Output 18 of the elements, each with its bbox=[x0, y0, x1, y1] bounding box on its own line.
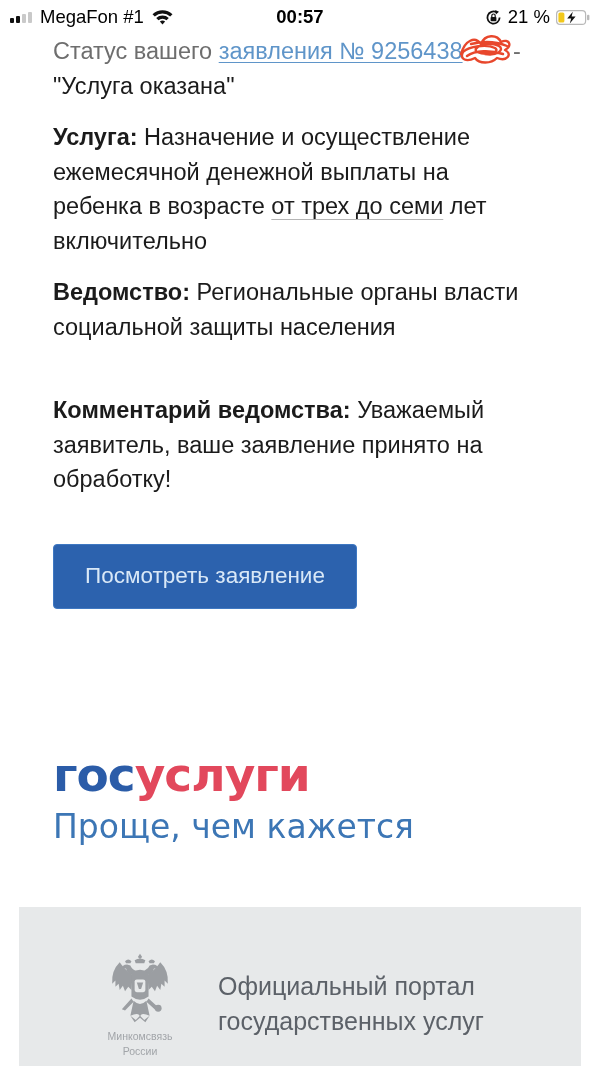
application-link[interactable]: заявления № 9256438 bbox=[218, 38, 463, 64]
battery-charging-icon bbox=[556, 9, 590, 25]
signal-bars-icon bbox=[10, 11, 33, 23]
tagline-text: Проще, чем кажется bbox=[53, 806, 414, 847]
rotation-lock-icon bbox=[484, 8, 502, 26]
age-range-link[interactable]: от трех до семи bbox=[271, 193, 444, 219]
detail-text: Ведомство: Региональные органы власти социальной защиты населения bbox=[53, 278, 520, 342]
logo-text: госуслуги bbox=[53, 748, 310, 801]
department-comment-text: Комментарий ведомства: Уважаемый заявитель, ваше заявление принято на обработку! bbox=[53, 396, 486, 494]
carrier-name: MegaFon #1 bbox=[40, 6, 144, 28]
portal-title: Официальный портал государственных услуг bbox=[218, 970, 485, 1037]
wifi-icon bbox=[150, 9, 174, 25]
emblem-caption: Минкомсвязь России bbox=[106, 1028, 174, 1059]
application-status-text: Статус вашего заявления № 9256438 - "Услуга оказана" bbox=[53, 34, 533, 103]
battery-percentage: 21 % bbox=[507, 6, 550, 28]
clock-time: 00:57 bbox=[276, 6, 324, 28]
detail-text: Услуга: Назначение и осуществление ежемесячной денежной выплаты на ребенка в возрасте от трех до семи лет включительно bbox=[53, 123, 488, 256]
view-application-button[interactable]: Посмотреть заявление bbox=[53, 543, 357, 609]
